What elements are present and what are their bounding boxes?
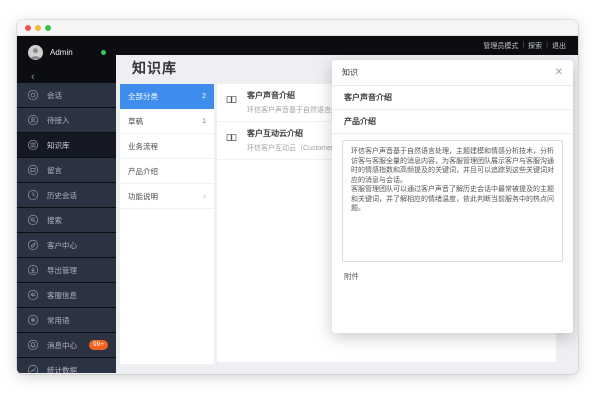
sidebar-item-label: 搜索 bbox=[47, 215, 62, 226]
sidebar-item-label: 客户中心 bbox=[47, 240, 77, 251]
topbar-separator: | bbox=[522, 42, 524, 49]
close-window-icon[interactable] bbox=[25, 25, 31, 31]
avatar bbox=[28, 45, 43, 60]
person-avatar-icon bbox=[28, 45, 43, 60]
category-product-intro[interactable]: 产品介绍 bbox=[120, 159, 214, 184]
category-label: 产品介绍 bbox=[128, 166, 158, 177]
online-status-dot bbox=[101, 50, 106, 55]
sidebar-item-search[interactable]: 搜索 bbox=[17, 208, 116, 232]
article-paragraph: 环信客户声音基于自然语言处理，主题建模和情感分析技术，分析访客与客服全量的消息内… bbox=[351, 147, 554, 185]
attachment-label: 附件 bbox=[344, 271, 561, 282]
chat-icon bbox=[27, 89, 39, 101]
sidebar-item-agent-info[interactable]: 客服信息 bbox=[17, 283, 116, 307]
clock-icon bbox=[27, 189, 39, 201]
download-icon bbox=[27, 264, 39, 276]
sidebar-item-label: 导出管理 bbox=[47, 265, 77, 276]
sidebar-item-label: 留言 bbox=[47, 165, 62, 176]
category-label: 功能说明 bbox=[128, 191, 158, 202]
user-name: Admin bbox=[50, 48, 73, 57]
chevron-right-icon: › bbox=[203, 192, 206, 200]
person-icon bbox=[27, 114, 39, 126]
minimize-window-icon[interactable] bbox=[35, 25, 41, 31]
category-label: 全部分类 bbox=[128, 91, 158, 102]
sidebar-item-leave-message[interactable]: 留言 bbox=[17, 158, 116, 182]
edit-icon bbox=[27, 239, 39, 251]
sidebar: Admin ‹ 会话 待接入 知识库 bbox=[17, 36, 116, 373]
close-icon[interactable]: ✕ bbox=[555, 68, 563, 78]
sidebar-item-label: 常用语 bbox=[47, 315, 70, 326]
category-label: 业务流程 bbox=[128, 141, 158, 152]
search-icon bbox=[27, 214, 39, 226]
sidebar-item-queue[interactable]: 待接入 bbox=[17, 108, 116, 132]
app-window: 管理员模式 | 探索 | 退出 Admin ‹ bbox=[17, 20, 578, 374]
sidebar-item-label: 会话 bbox=[47, 90, 62, 101]
search-result-item[interactable]: 产品介绍 bbox=[332, 110, 573, 134]
popup-header: 知识 ✕ bbox=[332, 60, 573, 86]
search-result-item[interactable]: 客户声音介绍 bbox=[332, 86, 573, 110]
sidebar-item-history[interactable]: 历史会话 bbox=[17, 183, 116, 207]
user-profile[interactable]: Admin bbox=[17, 36, 116, 60]
sidebar-item-customer-center[interactable]: 客户中心 bbox=[17, 233, 116, 257]
knowledge-search-popup: 知识 ✕ 客户声音介绍 产品介绍 环信客户声音基于自然语言处理，主题建模和情感分… bbox=[332, 60, 573, 333]
headset-icon bbox=[27, 289, 39, 301]
category-label: 草稿 bbox=[128, 116, 143, 127]
sidebar-item-statistics[interactable]: 统计数据 bbox=[17, 358, 116, 373]
mac-titlebar bbox=[17, 20, 578, 36]
open-book-icon bbox=[226, 129, 237, 147]
search-query-text[interactable]: 知识 bbox=[342, 67, 358, 78]
category-count: 2 bbox=[202, 93, 206, 100]
category-panel: 全部分类 2 草稿 1 业务流程 产品介绍 功能说明 › bbox=[120, 84, 214, 364]
open-book-icon bbox=[226, 91, 237, 109]
category-feature-guide[interactable]: 功能说明 › bbox=[120, 184, 214, 209]
sidebar-item-label: 知识库 bbox=[47, 140, 70, 151]
notification-badge: 99+ bbox=[89, 340, 108, 350]
message-icon bbox=[27, 164, 39, 176]
sidebar-menu: 会话 待接入 知识库 留言 历史会话 bbox=[17, 83, 116, 373]
sidebar-item-label: 历史会话 bbox=[47, 190, 77, 201]
window-body: 管理员模式 | 探索 | 退出 Admin ‹ bbox=[17, 36, 578, 373]
book-icon bbox=[27, 139, 39, 151]
sidebar-item-label: 待接入 bbox=[47, 115, 70, 126]
sidebar-item-common-phrases[interactable]: 常用语 bbox=[17, 308, 116, 332]
sidebar-item-knowledge-base[interactable]: 知识库 bbox=[17, 133, 116, 157]
sidebar-item-label: 消息中心 bbox=[47, 340, 77, 351]
topbar-link-logout[interactable]: 退出 bbox=[552, 41, 566, 51]
topbar-link-explore[interactable]: 探索 bbox=[528, 41, 542, 51]
gear-icon bbox=[27, 314, 39, 326]
category-count: 1 bbox=[202, 118, 206, 125]
bell-icon bbox=[27, 339, 39, 351]
sidebar-item-message-center[interactable]: 消息中心 99+ bbox=[17, 333, 116, 357]
sidebar-item-export[interactable]: 导出管理 bbox=[17, 258, 116, 282]
zoom-window-icon[interactable] bbox=[45, 25, 51, 31]
sidebar-item-sessions[interactable]: 会话 bbox=[17, 83, 116, 107]
sidebar-item-label: 统计数据 bbox=[47, 365, 77, 374]
category-all[interactable]: 全部分类 2 bbox=[120, 84, 214, 109]
article-content-box[interactable]: 环信客户声音基于自然语言处理，主题建模和情感分析技术，分析访客与客服全量的消息内… bbox=[342, 140, 563, 262]
page-title: 知识库 bbox=[132, 58, 177, 78]
chevron-left-icon: ‹ bbox=[31, 71, 35, 83]
sidebar-collapse[interactable]: ‹ bbox=[17, 60, 116, 80]
topbar-link-admin-mode[interactable]: 管理员模式 bbox=[483, 41, 518, 51]
topbar-separator: | bbox=[546, 42, 548, 49]
chart-icon bbox=[27, 364, 39, 373]
article-paragraph: 客服管理团队可以通过客户声音了解历史会话中最常被提及的主题和关键词，并了解相应的… bbox=[351, 185, 554, 214]
category-drafts[interactable]: 草稿 1 bbox=[120, 109, 214, 134]
category-business-process[interactable]: 业务流程 bbox=[120, 134, 214, 159]
sidebar-item-label: 客服信息 bbox=[47, 290, 77, 301]
